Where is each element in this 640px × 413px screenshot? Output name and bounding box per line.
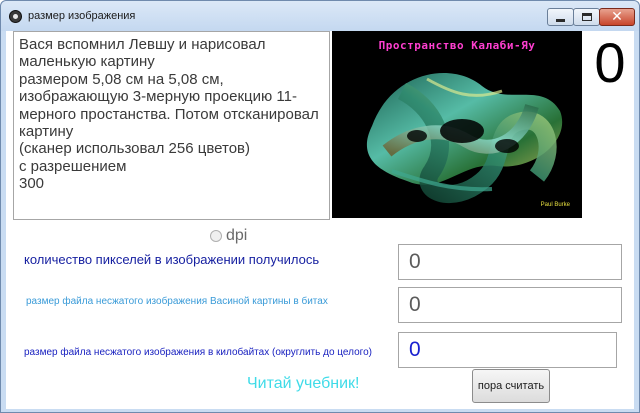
app-window: размер изображения ✕ Вася вспомнил Левшу… (0, 0, 640, 413)
maximize-button[interactable] (573, 8, 600, 26)
maximize-icon (581, 13, 592, 21)
counter-display: 0 (594, 31, 626, 94)
minimize-button[interactable] (547, 8, 574, 26)
size-kb-field[interactable]: 0 (398, 332, 617, 368)
minimize-icon (556, 19, 565, 22)
pixel-count-label: количество пикселей в изображении получи… (24, 252, 320, 267)
close-icon: ✕ (611, 9, 623, 25)
picture-credit: Paul Burke (540, 202, 570, 208)
size-bits-label: размер файла несжатого изображения Васин… (26, 296, 328, 307)
dpi-radio-button[interactable] (210, 230, 222, 242)
size-bits-field[interactable]: 0 (398, 287, 622, 323)
close-button[interactable]: ✕ (599, 8, 635, 26)
story-textbox[interactable]: Вася вспомнил Левшу и нарисовал маленьку… (13, 31, 330, 220)
calabi-yau-shape (366, 73, 563, 204)
window-title: размер изображения (28, 10, 136, 22)
form-client-area: Вася вспомнил Левшу и нарисовал маленьку… (6, 31, 634, 409)
dpi-radio-label: dpi (226, 227, 248, 244)
calabi-yau-picture: Пространство Калаби-Яу Paul Burke (332, 31, 582, 218)
picture-title: Пространство Калаби-Яу (378, 39, 536, 52)
app-icon (9, 10, 22, 23)
read-textbook-hint: Читай учебник! (247, 375, 360, 392)
pixel-count-field[interactable]: 0 (398, 244, 622, 280)
size-kb-label: размер файла несжатого изображения в кил… (24, 347, 372, 358)
title-bar[interactable]: размер изображения ✕ (1, 1, 639, 31)
calculate-button[interactable]: пора считать (472, 369, 550, 403)
dpi-radio-option[interactable]: dpi (210, 227, 247, 245)
